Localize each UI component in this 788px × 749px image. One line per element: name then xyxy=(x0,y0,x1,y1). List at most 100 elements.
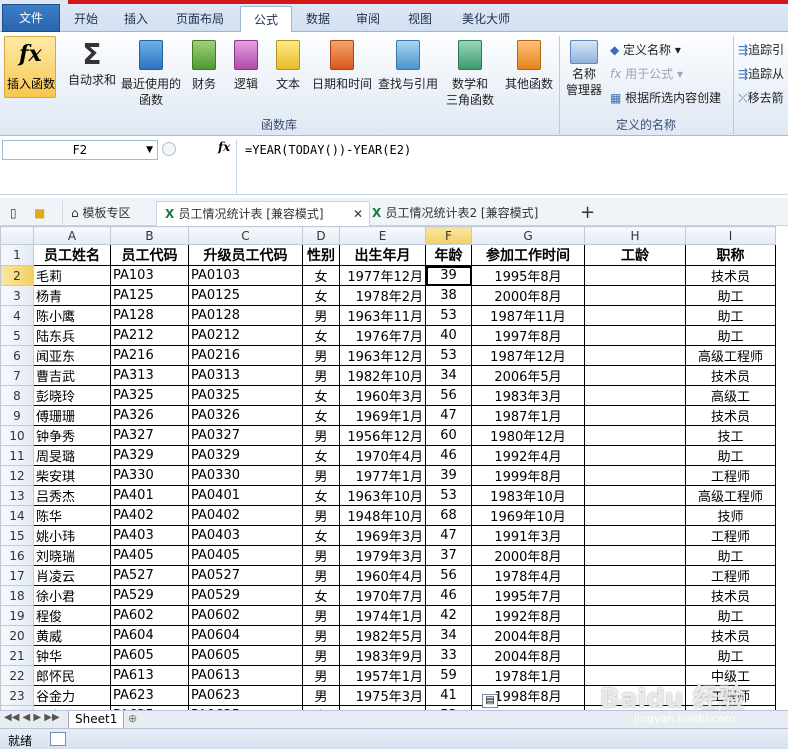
cell[interactable]: 郎怀民 xyxy=(33,665,111,686)
name-box[interactable]: F2 ▼ xyxy=(2,140,158,160)
cell[interactable]: 1982年5月 xyxy=(339,625,426,646)
row-header[interactable]: 3 xyxy=(0,285,34,306)
row-header[interactable]: 21 xyxy=(0,645,34,666)
cell[interactable]: 59 xyxy=(425,665,472,686)
tab-workbook-1[interactable]: X 员工情况统计表 [兼容模式] ✕ xyxy=(156,201,370,226)
cell[interactable]: PA327 xyxy=(110,425,189,446)
cell[interactable] xyxy=(584,465,686,486)
cell[interactable]: 2006年5月 xyxy=(471,365,585,386)
cell[interactable]: 1974年1月 xyxy=(339,605,426,626)
cell[interactable]: 1963年12月 xyxy=(339,345,426,366)
datetime-button[interactable]: 日期和时间 xyxy=(310,38,374,92)
cell[interactable]: PA125 xyxy=(110,285,189,306)
cell[interactable]: 1978年4月 xyxy=(471,565,585,586)
name-manager-button[interactable]: 名称 管理器 xyxy=(562,38,606,98)
row-header[interactable]: 10 xyxy=(0,425,34,446)
tab-review[interactable]: 审阅 xyxy=(344,6,392,32)
cell[interactable]: PA212 xyxy=(110,325,189,346)
cell[interactable]: 1995年7月 xyxy=(471,585,585,606)
cell[interactable] xyxy=(584,405,686,426)
cell[interactable]: 男 xyxy=(302,605,340,626)
cell[interactable]: 男 xyxy=(302,565,340,586)
cell[interactable]: 34 xyxy=(425,625,472,646)
cell[interactable]: PA0405 xyxy=(188,545,303,566)
cell[interactable]: 女 xyxy=(302,265,340,286)
cell[interactable]: 53 xyxy=(425,345,472,366)
cell[interactable]: 高级工程师 xyxy=(685,345,776,366)
row-header[interactable]: 19 xyxy=(0,605,34,626)
create-from-selection-button[interactable]: ▦ 根据所选内容创建 xyxy=(610,88,721,108)
cell[interactable] xyxy=(584,265,686,286)
cell[interactable]: 1960年4月 xyxy=(339,565,426,586)
column-header[interactable]: E xyxy=(339,226,426,245)
cell[interactable]: PA313 xyxy=(110,365,189,386)
cell[interactable]: PA0327 xyxy=(188,425,303,446)
row-header[interactable]: 20 xyxy=(0,625,34,646)
cell[interactable]: 53 xyxy=(425,485,472,506)
cell[interactable]: PA0403 xyxy=(188,525,303,546)
cell[interactable]: PA0602 xyxy=(188,605,303,626)
cell[interactable]: 助工 xyxy=(685,445,776,466)
cell[interactable]: PA0125 xyxy=(188,285,303,306)
cell[interactable]: 技术员 xyxy=(685,365,776,386)
cell[interactable]: 女 xyxy=(302,285,340,306)
cell[interactable]: 46 xyxy=(425,445,472,466)
cell[interactable]: 1960年3月 xyxy=(339,385,426,406)
cell[interactable]: 男 xyxy=(302,545,340,566)
cell[interactable]: 2000年8月 xyxy=(471,545,585,566)
cell[interactable]: 周旻璐 xyxy=(33,445,111,466)
select-all-corner[interactable] xyxy=(0,226,34,245)
cell[interactable]: 1983年9月 xyxy=(339,645,426,666)
cell[interactable]: 女 xyxy=(302,525,340,546)
column-header[interactable]: B xyxy=(110,226,189,245)
row-header[interactable]: 16 xyxy=(0,545,34,566)
cell[interactable]: 女 xyxy=(302,385,340,406)
cell[interactable]: 技工 xyxy=(685,425,776,446)
tab-page-layout[interactable]: 页面布局 xyxy=(164,6,236,32)
cell[interactable]: 男 xyxy=(302,425,340,446)
cell[interactable]: 1969年1月 xyxy=(339,405,426,426)
cell[interactable]: 刘晓瑞 xyxy=(33,545,111,566)
cell[interactable]: 56 xyxy=(425,565,472,586)
cell[interactable]: 1980年12月 xyxy=(471,425,585,446)
cell[interactable]: 1969年10月 xyxy=(471,505,585,526)
cell[interactable]: 男 xyxy=(302,365,340,386)
formula-input[interactable]: =YEAR(TODAY())-YEAR(E2) xyxy=(236,140,788,194)
math-trig-button[interactable]: 数学和 三角函数 xyxy=(440,38,500,108)
cell[interactable]: PA0103 xyxy=(188,265,303,286)
cell[interactable]: PA0604 xyxy=(188,625,303,646)
cell[interactable]: PA0623 xyxy=(188,685,303,706)
cell[interactable]: 陈华 xyxy=(33,505,111,526)
header-cell[interactable]: 参加工作时间 xyxy=(471,244,585,266)
cell[interactable]: 技术员 xyxy=(685,585,776,606)
header-cell[interactable]: 升级员工代码 xyxy=(188,244,303,266)
cell[interactable]: PA103 xyxy=(110,265,189,286)
cell[interactable]: 1978年1月 xyxy=(471,665,585,686)
cell[interactable]: PA604 xyxy=(110,625,189,646)
row-header[interactable]: 7 xyxy=(0,365,34,386)
cell[interactable]: 毛莉 xyxy=(33,265,111,286)
cell[interactable]: PA0326 xyxy=(188,405,303,426)
cell[interactable]: 助工 xyxy=(685,285,776,306)
cell[interactable]: 1956年12月 xyxy=(339,425,426,446)
cell[interactable]: 2004年8月 xyxy=(471,625,585,646)
cell[interactable]: 39 xyxy=(425,265,472,286)
sheet-table[interactable]: A B C D E F G H I 1 员工姓名 员工代码 升级员工代码 性别 出生年月 年龄 参加工作时间 工龄… xyxy=(0,226,776,710)
cell[interactable]: 彭晓玲 xyxy=(33,385,111,406)
cell[interactable]: 肖凌云 xyxy=(33,565,111,586)
cell[interactable]: PA325 xyxy=(110,385,189,406)
tab-view[interactable]: 视图 xyxy=(396,6,444,32)
cell[interactable]: 1987年1月 xyxy=(471,405,585,426)
trace-dependents-button[interactable]: ⇶追踪从 xyxy=(738,64,784,84)
cell[interactable]: PA402 xyxy=(110,505,189,526)
cell[interactable]: PA405 xyxy=(110,545,189,566)
cell[interactable]: 1991年3月 xyxy=(471,525,585,546)
cell[interactable]: PA0128 xyxy=(188,305,303,326)
cell[interactable]: 2000年8月 xyxy=(471,285,585,306)
header-cell[interactable]: 性别 xyxy=(302,244,340,266)
cell[interactable]: 1963年10月 xyxy=(339,485,426,506)
cell[interactable]: 工程师 xyxy=(685,525,776,546)
new-sheet-icon[interactable]: ⊕ xyxy=(128,712,137,725)
cell[interactable] xyxy=(584,305,686,326)
cell[interactable]: 吕秀杰 xyxy=(33,485,111,506)
